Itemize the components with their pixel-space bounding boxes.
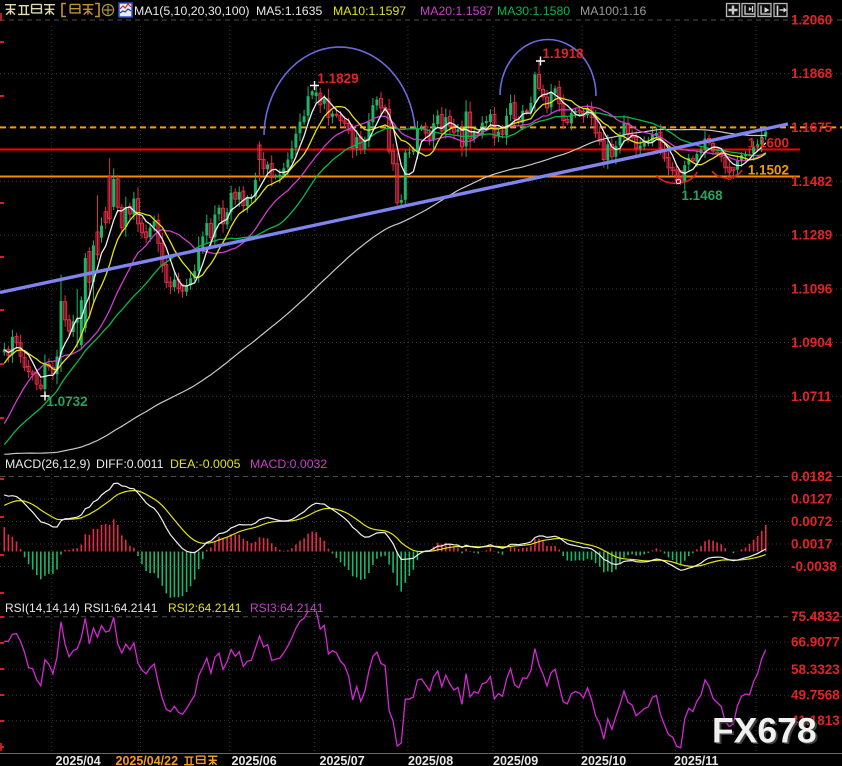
- svg-text:2025/09: 2025/09: [493, 754, 538, 766]
- svg-text:DEA:-0.0005: DEA:-0.0005: [170, 457, 241, 471]
- svg-text:49.7568: 49.7568: [791, 688, 840, 703]
- svg-text:2025/07: 2025/07: [320, 754, 365, 766]
- svg-text:1.1096: 1.1096: [791, 281, 833, 296]
- svg-text:RSI2:64.2141: RSI2:64.2141: [168, 601, 242, 615]
- svg-text:MACD(26,12,9): MACD(26,12,9): [5, 457, 90, 471]
- svg-text:-0.0038: -0.0038: [791, 559, 837, 574]
- svg-text:1.0711: 1.0711: [791, 389, 832, 404]
- svg-text:1.0904: 1.0904: [791, 335, 833, 350]
- svg-text:2025/11: 2025/11: [674, 754, 719, 766]
- svg-text:1.1600: 1.1600: [748, 136, 789, 151]
- svg-text:MA20:1.1587: MA20:1.1587: [420, 4, 493, 18]
- svg-text:66.9077: 66.9077: [791, 635, 840, 650]
- svg-text:RSI1:64.2141: RSI1:64.2141: [84, 601, 158, 615]
- svg-text:1.1468: 1.1468: [681, 188, 723, 203]
- svg-text:MA30:1.1580: MA30:1.1580: [497, 4, 570, 18]
- svg-text:1.1675: 1.1675: [791, 120, 833, 135]
- svg-text:0.0017: 0.0017: [791, 537, 832, 552]
- svg-text:75.4832: 75.4832: [791, 609, 840, 624]
- svg-text:MA5:1.1635: MA5:1.1635: [256, 4, 322, 18]
- svg-text:RSI3:64.2141: RSI3:64.2141: [250, 601, 324, 615]
- svg-text:0.0127: 0.0127: [791, 492, 832, 507]
- svg-text:1.1289: 1.1289: [791, 228, 832, 243]
- svg-text:1.2060: 1.2060: [791, 13, 832, 28]
- svg-text:2025/04/22: 2025/04/22: [116, 754, 179, 766]
- svg-text:MA10:1.1597: MA10:1.1597: [333, 4, 406, 18]
- svg-text:1.1829: 1.1829: [317, 71, 358, 86]
- svg-text:MA1(5,10,20,30,100): MA1(5,10,20,30,100): [134, 4, 250, 18]
- svg-text:FX678: FX678: [712, 711, 817, 751]
- svg-text:1.1502: 1.1502: [748, 163, 789, 178]
- svg-text:RSI(14,14,14): RSI(14,14,14): [5, 601, 80, 615]
- svg-text:DIFF:0.0011: DIFF:0.0011: [96, 457, 164, 471]
- svg-text:0.0072: 0.0072: [791, 514, 832, 529]
- svg-text:58.3323: 58.3323: [791, 662, 840, 677]
- svg-text:1.1918: 1.1918: [542, 46, 584, 61]
- svg-text:2025/10: 2025/10: [581, 754, 626, 766]
- svg-text:0.0182: 0.0182: [791, 469, 832, 484]
- svg-text:MA100:1.16: MA100:1.16: [580, 4, 646, 18]
- svg-text:MACD:0.0032: MACD:0.0032: [250, 457, 327, 471]
- svg-text:2025/08: 2025/08: [408, 754, 453, 766]
- svg-text:2025/04: 2025/04: [56, 754, 101, 766]
- svg-text:1.1868: 1.1868: [791, 66, 833, 81]
- svg-text:1.0732: 1.0732: [46, 394, 87, 409]
- svg-text:1.1482: 1.1482: [791, 174, 832, 189]
- svg-text:2025/06: 2025/06: [232, 754, 277, 766]
